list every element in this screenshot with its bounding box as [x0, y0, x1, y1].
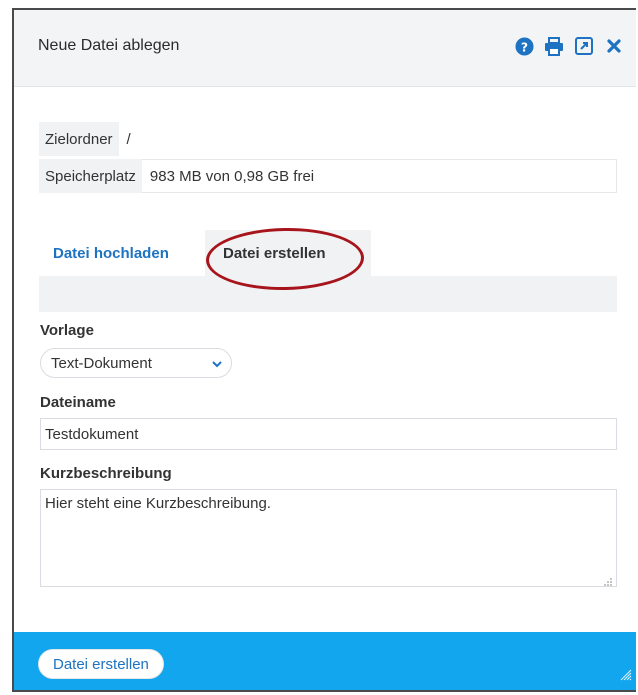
storage-value: 983 MB von 0,98 GB frei [141, 159, 617, 193]
filename-label: Dateiname [40, 394, 116, 411]
create-file-button[interactable]: Datei erstellen [38, 649, 164, 679]
description-label: Kurzbeschreibung [40, 465, 172, 482]
external-link-icon[interactable] [574, 36, 594, 56]
storage-label: Speicherplatz [39, 159, 142, 193]
template-select[interactable]: Text-Dokument [40, 348, 232, 378]
textarea-resize-handle[interactable] [603, 574, 613, 592]
svg-text:?: ? [520, 40, 527, 54]
tab-panel-header [39, 276, 617, 312]
help-icon[interactable]: ? [514, 36, 534, 56]
close-icon[interactable] [604, 36, 624, 56]
dialog-footer: Datei erstellen [14, 632, 636, 690]
info-row-target-folder: Zielordner / [39, 122, 617, 156]
print-icon[interactable] [544, 36, 564, 56]
info-row-storage: Speicherplatz 983 MB von 0,98 GB frei [39, 159, 617, 193]
dialog-toolbar: ? [514, 36, 624, 56]
dialog-header: Neue Datei ablegen ? [14, 10, 636, 87]
target-folder-value: / [126, 130, 131, 148]
target-folder-label: Zielordner [39, 122, 119, 156]
tab-upload-file[interactable]: Datei hochladen [53, 230, 169, 276]
tab-strip: Datei hochladen Datei erstellen [39, 230, 617, 276]
filename-input[interactable] [40, 418, 617, 450]
template-label: Vorlage [40, 322, 94, 339]
tab-bar: Datei hochladen Datei erstellen [39, 230, 617, 312]
template-select-value: Text-Dokument [51, 354, 152, 372]
tab-create-file[interactable]: Datei erstellen [205, 230, 371, 276]
description-textarea[interactable]: Hier steht eine Kurzbeschreibung. [40, 489, 617, 587]
dialog-title: Neue Datei ablegen [38, 37, 180, 54]
window-resize-handle[interactable] [618, 667, 632, 686]
folder-info-table: Zielordner / Speicherplatz 983 MB von 0,… [39, 122, 617, 196]
chevron-down-icon [211, 357, 223, 374]
dialog-window: Neue Datei ablegen ? Zielordner / Speich… [12, 8, 636, 692]
